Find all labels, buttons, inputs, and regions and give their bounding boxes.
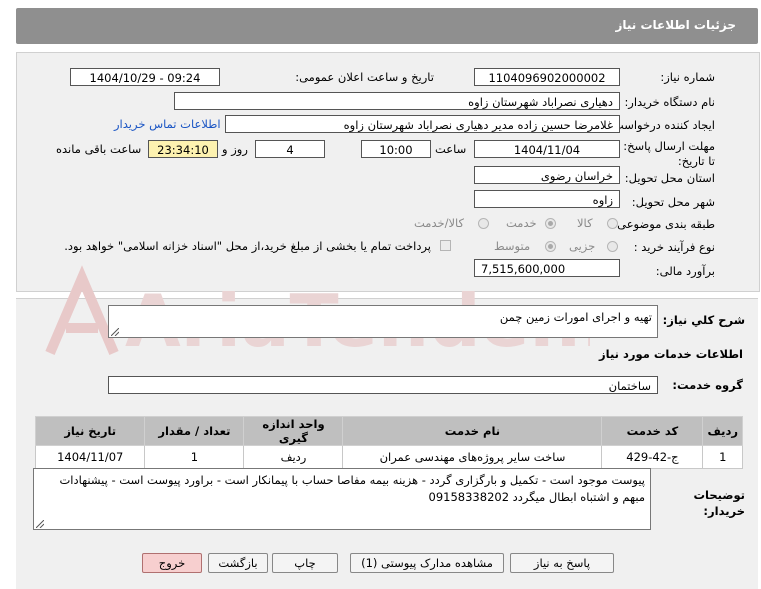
- process-radio-minor[interactable]: [607, 241, 618, 252]
- col-need-date: تاريخ نياز: [34, 416, 146, 446]
- reply-button[interactable]: پاسخ به نياز: [510, 553, 614, 573]
- buyer-org-label: نام دستگاه خریدار:: [624, 95, 715, 109]
- purchase-process-label: نوع فرآیند خرید :: [633, 240, 715, 254]
- process-option-minor: جزیی: [569, 239, 596, 253]
- category-label: طبقه بندی موضوعی:: [613, 217, 715, 231]
- deadline-date-field: 1404/11/04: [474, 140, 620, 158]
- cell-need-date: 1404/11/07: [34, 445, 146, 469]
- description-text: تهیه و اجرای امورات زمین چمن: [499, 310, 652, 324]
- deadline-time-label: ساعت: [435, 142, 467, 156]
- cell-row: 1: [702, 445, 743, 469]
- time-remaining-field: 23:34:10: [148, 140, 218, 158]
- back-button[interactable]: بازگشت: [208, 553, 268, 573]
- category-option-service: خدمت: [506, 216, 537, 230]
- cell-service-name: ساخت سایر پروژه‌های مهندسی عمران: [342, 445, 603, 469]
- services-table: رديف کد خدمت نام خدمت واحد اندازه گيری ت…: [34, 416, 743, 469]
- buyer-notes-text: پیوست موجود است - تکمیل و بارگزاری گردد …: [59, 473, 645, 504]
- cell-unit: ردیف: [243, 445, 344, 469]
- category-radio-service[interactable]: [545, 218, 556, 229]
- description-textarea[interactable]: تهیه و اجرای امورات زمین چمن: [108, 305, 658, 338]
- category-option-goods: کالا: [577, 216, 593, 230]
- announce-datetime-label: تاریخ و ساعت اعلان عمومی:: [295, 70, 434, 84]
- table-row: 1 ج-42-429 ساخت سایر پروژه‌های مهندسی عم…: [34, 445, 743, 469]
- treasury-payment-checkbox[interactable]: [440, 240, 451, 251]
- page-title: جزئیات اطلاعات نیاز: [615, 18, 736, 32]
- col-quantity: تعداد / مقدار: [144, 416, 245, 446]
- service-group-field: ساختمان: [108, 376, 658, 394]
- city-field: زاوه: [474, 190, 620, 208]
- col-unit: واحد اندازه گيری: [243, 416, 344, 446]
- need-number-label: شماره نیاز:: [660, 70, 715, 84]
- buyer-notes-label: توضيحات خريدار:: [693, 488, 746, 518]
- cell-service-code: ج-42-429: [601, 445, 704, 469]
- category-radio-goods-service[interactable]: [478, 218, 489, 229]
- province-label: استان محل تحویل:: [624, 171, 715, 185]
- category-option-goods-service: کالا/خدمت: [414, 216, 465, 230]
- service-group-label: گروه خدمت:: [672, 378, 743, 392]
- deadline-label: مهلت ارسال پاسخ: تا تاریخ:: [623, 139, 715, 168]
- estimate-label: برآورد مالی:: [655, 264, 715, 278]
- deadline-time-field: 10:00: [361, 140, 431, 158]
- services-section-title: اطلاعات خدمات مورد نياز: [599, 347, 743, 361]
- resize-grip-icon[interactable]: [36, 520, 44, 528]
- need-number-field: 1104096902000002: [474, 68, 620, 86]
- buyer-notes-textarea[interactable]: پیوست موجود است - تکمیل و بارگزاری گردد …: [33, 468, 651, 530]
- services-table-header: رديف کد خدمت نام خدمت واحد اندازه گيری ت…: [34, 416, 743, 446]
- page-header: جزئیات اطلاعات نیاز: [16, 8, 758, 44]
- days-label: روز و: [222, 142, 248, 156]
- description-label: شرح کلي نياز:: [662, 313, 745, 327]
- category-radio-goods[interactable]: [607, 218, 618, 229]
- exit-button[interactable]: خروج: [142, 553, 202, 573]
- requester-label: ایجاد کننده درخواست:: [609, 118, 715, 132]
- col-service-code: کد خدمت: [601, 416, 704, 446]
- col-row: رديف: [702, 416, 743, 446]
- cell-quantity: 1: [144, 445, 245, 469]
- process-option-medium: متوسط: [494, 239, 531, 253]
- process-radio-medium[interactable]: [545, 241, 556, 252]
- announce-datetime-field: 1404/10/29 - 09:24: [70, 68, 220, 86]
- requester-field: غلامرضا حسین زاده مدیر دهیاری نصراباد شه…: [225, 115, 620, 133]
- estimate-field: 7,515,600,000: [474, 259, 620, 277]
- buyer-contact-link[interactable]: اطلاعات تماس خریدار: [114, 117, 221, 131]
- days-remaining-field: 4: [255, 140, 325, 158]
- view-attachments-button[interactable]: مشاهده مدارک پيوستی (1): [350, 553, 504, 573]
- buyer-org-field: دهیاری نصراباد شهرستان زاوه: [174, 92, 620, 110]
- city-label: شهر محل تحویل:: [631, 195, 715, 209]
- time-remaining-label: ساعت باقی مانده: [56, 142, 142, 156]
- print-button[interactable]: چاپ: [272, 553, 338, 573]
- col-service-name: نام خدمت: [342, 416, 603, 446]
- treasury-payment-note: پرداخت تمام یا بخشی از مبلغ خرید،از محل …: [64, 239, 431, 253]
- resize-grip-icon[interactable]: [111, 328, 119, 336]
- province-field: خراسان رضوی: [474, 166, 620, 184]
